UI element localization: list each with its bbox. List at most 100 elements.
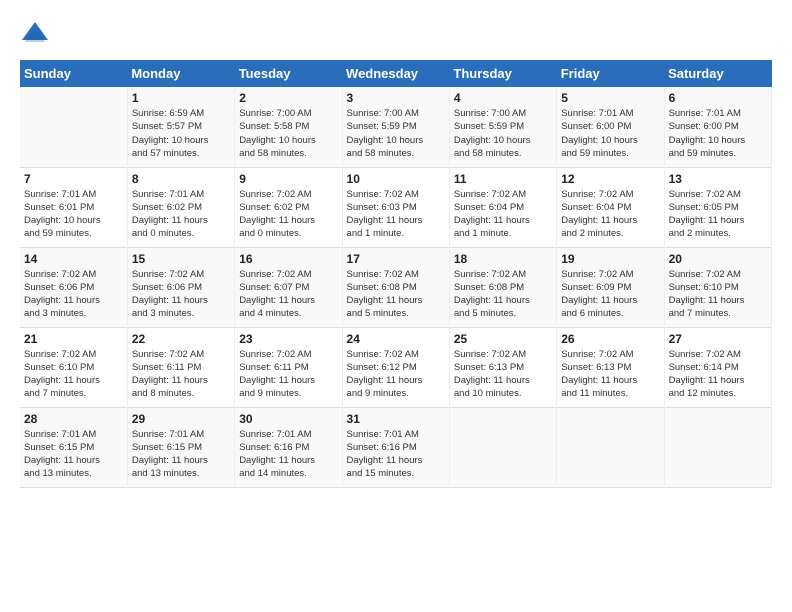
day-number: 16 <box>239 252 337 266</box>
day-number: 25 <box>454 332 552 346</box>
day-info: Sunrise: 7:01 AM Sunset: 6:15 PM Dayligh… <box>132 428 230 481</box>
calendar-cell: 6 Sunrise: 7:01 AM Sunset: 6:00 PM Daylig… <box>664 87 771 167</box>
day-info: Sunrise: 7:02 AM Sunset: 6:04 PM Dayligh… <box>561 188 659 241</box>
day-info: Sunrise: 7:02 AM Sunset: 6:04 PM Dayligh… <box>454 188 552 241</box>
calendar-cell: 15 Sunrise: 7:02 AM Sunset: 6:06 PM Dayli… <box>127 247 234 327</box>
day-number: 15 <box>132 252 230 266</box>
calendar-cell: 28 Sunrise: 7:01 AM Sunset: 6:15 PM Dayli… <box>20 407 127 487</box>
calendar-cell <box>449 407 556 487</box>
day-info: Sunrise: 7:01 AM Sunset: 6:02 PM Dayligh… <box>132 188 230 241</box>
week-row-4: 21 Sunrise: 7:02 AM Sunset: 6:10 PM Dayli… <box>20 327 772 407</box>
day-info: Sunrise: 7:02 AM Sunset: 6:10 PM Dayligh… <box>669 268 767 321</box>
day-info: Sunrise: 7:02 AM Sunset: 6:12 PM Dayligh… <box>347 348 445 401</box>
calendar-cell: 26Sunrise: 7:02 AM Sunset: 6:13 PM Dayli… <box>557 327 664 407</box>
day-info: Sunrise: 7:02 AM Sunset: 6:08 PM Dayligh… <box>347 268 445 321</box>
day-header-monday: Monday <box>127 60 234 87</box>
day-header-tuesday: Tuesday <box>235 60 342 87</box>
day-number: 22 <box>132 332 230 346</box>
day-info: Sunrise: 7:02 AM Sunset: 6:05 PM Dayligh… <box>669 188 767 241</box>
header-row: SundayMondayTuesdayWednesdayThursdayFrid… <box>20 60 772 87</box>
calendar-cell: 17 Sunrise: 7:02 AM Sunset: 6:08 PM Dayli… <box>342 247 449 327</box>
calendar-cell <box>20 87 127 167</box>
calendar-cell: 18Sunrise: 7:02 AM Sunset: 6:08 PM Dayli… <box>449 247 556 327</box>
calendar-cell: 24 Sunrise: 7:02 AM Sunset: 6:12 PM Dayli… <box>342 327 449 407</box>
week-row-1: 1 Sunrise: 6:59 AM Sunset: 5:57 PM Daylig… <box>20 87 772 167</box>
day-info: Sunrise: 7:01 AM Sunset: 6:01 PM Dayligh… <box>24 188 123 241</box>
day-info: Sunrise: 7:02 AM Sunset: 6:10 PM Dayligh… <box>24 348 123 401</box>
calendar-cell: 1 Sunrise: 6:59 AM Sunset: 5:57 PM Daylig… <box>127 87 234 167</box>
calendar-header: SundayMondayTuesdayWednesdayThursdayFrid… <box>20 60 772 87</box>
page-container: SundayMondayTuesdayWednesdayThursdayFrid… <box>0 0 792 498</box>
calendar-cell: 3Sunrise: 7:00 AM Sunset: 5:59 PM Daylig… <box>342 87 449 167</box>
day-number: 17 <box>347 252 445 266</box>
day-info: Sunrise: 7:02 AM Sunset: 6:11 PM Dayligh… <box>239 348 337 401</box>
day-info: Sunrise: 6:59 AM Sunset: 5:57 PM Dayligh… <box>132 107 230 160</box>
day-number: 5 <box>561 91 659 105</box>
calendar-cell: 23 Sunrise: 7:02 AM Sunset: 6:11 PM Dayli… <box>235 327 342 407</box>
day-number: 13 <box>669 172 767 186</box>
day-info: Sunrise: 7:00 AM Sunset: 5:58 PM Dayligh… <box>239 107 337 160</box>
day-number: 19 <box>561 252 659 266</box>
calendar-cell: 13 Sunrise: 7:02 AM Sunset: 6:05 PM Dayli… <box>664 167 771 247</box>
day-header-saturday: Saturday <box>664 60 771 87</box>
day-info: Sunrise: 7:02 AM Sunset: 6:07 PM Dayligh… <box>239 268 337 321</box>
day-number: 24 <box>347 332 445 346</box>
day-info: Sunrise: 7:01 AM Sunset: 6:00 PM Dayligh… <box>561 107 659 160</box>
calendar-table: SundayMondayTuesdayWednesdayThursdayFrid… <box>20 60 772 488</box>
calendar-cell: 5 Sunrise: 7:01 AM Sunset: 6:00 PM Daylig… <box>557 87 664 167</box>
day-number: 29 <box>132 412 230 426</box>
day-header-friday: Friday <box>557 60 664 87</box>
day-number: 21 <box>24 332 123 346</box>
calendar-cell: 20 Sunrise: 7:02 AM Sunset: 6:10 PM Dayli… <box>664 247 771 327</box>
day-info: Sunrise: 7:01 AM Sunset: 6:00 PM Dayligh… <box>669 107 767 160</box>
calendar-cell: 21 Sunrise: 7:02 AM Sunset: 6:10 PM Dayli… <box>20 327 127 407</box>
week-row-3: 14Sunrise: 7:02 AM Sunset: 6:06 PM Dayli… <box>20 247 772 327</box>
calendar-cell: 19 Sunrise: 7:02 AM Sunset: 6:09 PM Dayli… <box>557 247 664 327</box>
day-info: Sunrise: 7:02 AM Sunset: 6:06 PM Dayligh… <box>24 268 123 321</box>
day-number: 23 <box>239 332 337 346</box>
day-info: Sunrise: 7:02 AM Sunset: 6:09 PM Dayligh… <box>561 268 659 321</box>
day-header-sunday: Sunday <box>20 60 127 87</box>
day-number: 18 <box>454 252 552 266</box>
day-number: 4 <box>454 91 552 105</box>
calendar-cell: 25 Sunrise: 7:02 AM Sunset: 6:13 PM Dayli… <box>449 327 556 407</box>
calendar-cell: 31 Sunrise: 7:01 AM Sunset: 6:16 PM Dayli… <box>342 407 449 487</box>
day-number: 1 <box>132 91 230 105</box>
day-info: Sunrise: 7:02 AM Sunset: 6:06 PM Dayligh… <box>132 268 230 321</box>
day-number: 7 <box>24 172 123 186</box>
logo-icon <box>20 20 50 50</box>
day-number: 2 <box>239 91 337 105</box>
calendar-cell: 11 Sunrise: 7:02 AM Sunset: 6:04 PM Dayli… <box>449 167 556 247</box>
day-info: Sunrise: 7:00 AM Sunset: 5:59 PM Dayligh… <box>347 107 445 160</box>
day-number: 28 <box>24 412 123 426</box>
calendar-cell: 10Sunrise: 7:02 AM Sunset: 6:03 PM Dayli… <box>342 167 449 247</box>
day-number: 11 <box>454 172 552 186</box>
day-number: 27 <box>669 332 767 346</box>
day-info: Sunrise: 7:02 AM Sunset: 6:14 PM Dayligh… <box>669 348 767 401</box>
day-info: Sunrise: 7:01 AM Sunset: 6:16 PM Dayligh… <box>347 428 445 481</box>
day-number: 30 <box>239 412 337 426</box>
day-header-thursday: Thursday <box>449 60 556 87</box>
day-info: Sunrise: 7:01 AM Sunset: 6:15 PM Dayligh… <box>24 428 123 481</box>
day-number: 20 <box>669 252 767 266</box>
week-row-2: 7 Sunrise: 7:01 AM Sunset: 6:01 PM Daylig… <box>20 167 772 247</box>
day-info: Sunrise: 7:01 AM Sunset: 6:16 PM Dayligh… <box>239 428 337 481</box>
calendar-body: 1 Sunrise: 6:59 AM Sunset: 5:57 PM Daylig… <box>20 87 772 487</box>
calendar-cell: 7 Sunrise: 7:01 AM Sunset: 6:01 PM Daylig… <box>20 167 127 247</box>
calendar-cell: 12 Sunrise: 7:02 AM Sunset: 6:04 PM Dayli… <box>557 167 664 247</box>
logo <box>20 20 54 50</box>
calendar-cell <box>664 407 771 487</box>
day-info: Sunrise: 7:02 AM Sunset: 6:03 PM Dayligh… <box>347 188 445 241</box>
day-number: 12 <box>561 172 659 186</box>
calendar-cell: 27 Sunrise: 7:02 AM Sunset: 6:14 PM Dayli… <box>664 327 771 407</box>
calendar-cell: 2 Sunrise: 7:00 AM Sunset: 5:58 PM Daylig… <box>235 87 342 167</box>
day-number: 26 <box>561 332 659 346</box>
day-number: 31 <box>347 412 445 426</box>
calendar-cell: 8Sunrise: 7:01 AM Sunset: 6:02 PM Daylig… <box>127 167 234 247</box>
day-info: Sunrise: 7:02 AM Sunset: 6:13 PM Dayligh… <box>454 348 552 401</box>
day-info: Sunrise: 7:02 AM Sunset: 6:11 PM Dayligh… <box>132 348 230 401</box>
day-number: 6 <box>669 91 767 105</box>
calendar-cell: 16 Sunrise: 7:02 AM Sunset: 6:07 PM Dayli… <box>235 247 342 327</box>
calendar-cell: 29 Sunrise: 7:01 AM Sunset: 6:15 PM Dayli… <box>127 407 234 487</box>
calendar-cell: 9Sunrise: 7:02 AM Sunset: 6:02 PM Daylig… <box>235 167 342 247</box>
